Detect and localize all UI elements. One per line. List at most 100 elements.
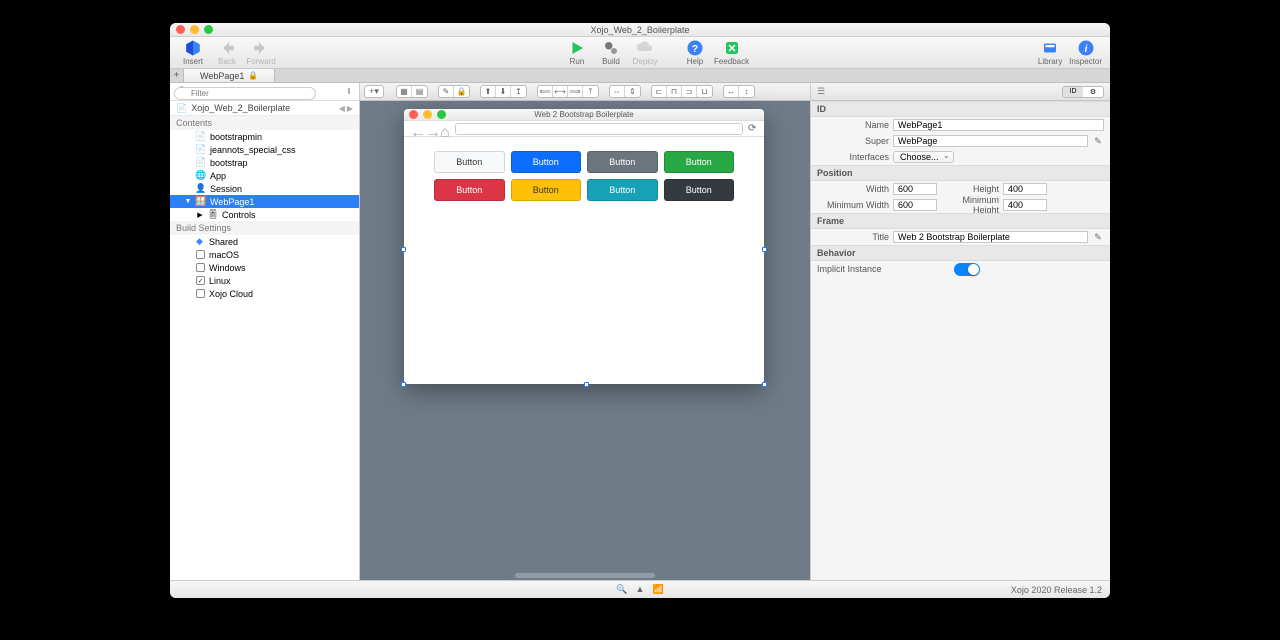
designed-window[interactable]: Web 2 Bootstrap Boilerplate ← → ⌂ ⟳ Butt…	[404, 109, 764, 384]
order-fwd-icon[interactable]: ↥	[511, 86, 526, 97]
edit-title-icon[interactable]: ✎	[1092, 232, 1104, 243]
nav-back-icon[interactable]: ◀	[339, 104, 345, 113]
designed-button[interactable]: Button	[587, 179, 658, 201]
space-h-icon[interactable]: ⇔	[610, 86, 625, 97]
dist-c-icon[interactable]: ⊓	[667, 86, 682, 97]
project-icon: 📄	[176, 103, 187, 114]
tree-item-session[interactable]: 👤Session	[170, 182, 359, 195]
inspector-panel: ☰ ID ⚙ ID Name WebPage1 Super WebPage ✎ …	[810, 83, 1110, 580]
min-height-field[interactable]: 400	[1003, 199, 1047, 211]
dist-right-icon[interactable]: ⊐	[682, 86, 697, 97]
cube-icon	[184, 39, 202, 57]
dist-left-icon[interactable]: ⊏	[652, 86, 667, 97]
id-section-heading: ID	[811, 101, 1110, 117]
order-back-icon[interactable]: ⬇	[496, 86, 511, 97]
selection-handle[interactable]	[584, 382, 589, 387]
deploy-button[interactable]: Deploy	[630, 39, 660, 66]
title-field[interactable]: Web 2 Bootstrap Boilerplate	[893, 231, 1088, 243]
name-field[interactable]: WebPage1	[893, 119, 1104, 131]
space-v-icon[interactable]: ⇕	[625, 86, 640, 97]
back-button[interactable]: Back	[212, 39, 242, 66]
align-center-icon[interactable]: ⟷	[553, 86, 568, 97]
selection-handle[interactable]	[762, 382, 767, 387]
designed-button[interactable]: Button	[511, 151, 582, 173]
close-icon[interactable]	[176, 25, 185, 34]
tree-item-app[interactable]: 🌐App	[170, 169, 359, 182]
inspector-button[interactable]: i Inspector	[1069, 39, 1102, 66]
help-button[interactable]: ? Help	[680, 39, 710, 66]
insert-button[interactable]: Insert	[178, 39, 208, 66]
svg-text:?: ?	[692, 43, 698, 55]
browser-back-icon[interactable]: ←	[410, 124, 420, 134]
tree-item-webpage1[interactable]: ▼🪟WebPage1	[170, 195, 359, 208]
search-status-icon[interactable]: 🔍	[616, 584, 627, 595]
browser-reload-icon[interactable]: ⟳	[748, 123, 758, 134]
gear-mode-icon[interactable]: ⚙	[1083, 87, 1103, 97]
tree-item-bootstrap[interactable]: 📄bootstrap	[170, 156, 359, 169]
id-mode-icon[interactable]: ID	[1063, 87, 1083, 97]
height-field[interactable]: 400	[1003, 183, 1047, 195]
library-button[interactable]: Library	[1035, 39, 1065, 66]
lock-icon[interactable]: ✎	[439, 86, 454, 97]
tree-item-bootstrapmin[interactable]: 📄bootstrapmin	[170, 130, 359, 143]
tree-item-jeannots_special_css[interactable]: 📄jeannots_special_css	[170, 143, 359, 156]
align-top-icon[interactable]: ⤒	[583, 86, 598, 97]
gears-icon	[602, 39, 620, 57]
rss-icon[interactable]: 📶	[652, 584, 663, 595]
align-guides-icon[interactable]: ▤	[412, 86, 427, 97]
project-header[interactable]: 📄 Xojo_Web_2_Boilerplate ◀▶	[170, 101, 359, 116]
feedback-button[interactable]: Feedback	[714, 39, 749, 66]
lock2-icon[interactable]: 🔒	[454, 86, 469, 97]
browser-home-icon[interactable]: ⌂	[440, 124, 450, 134]
implicit-instance-switch[interactable]	[954, 263, 980, 276]
selection-handle[interactable]	[762, 247, 767, 252]
build-target-linux[interactable]: Linux	[170, 274, 359, 287]
forward-button[interactable]: Forward	[246, 39, 276, 66]
warnings-icon[interactable]: ▲	[636, 584, 645, 595]
align-left-icon[interactable]: ⟸	[538, 86, 553, 97]
feedback-icon	[723, 39, 741, 57]
zoom-icon[interactable]	[204, 25, 213, 34]
help-icon: ?	[686, 39, 704, 57]
edit-super-icon[interactable]: ✎	[1092, 136, 1104, 147]
run-button[interactable]: Run	[562, 39, 592, 66]
designed-button[interactable]: Button	[434, 151, 505, 173]
size-h-icon[interactable]: ↕	[739, 86, 754, 97]
designed-button[interactable]: Button	[664, 151, 735, 173]
width-field[interactable]: 600	[893, 183, 937, 195]
build-button[interactable]: Build	[596, 39, 626, 66]
designed-button[interactable]: Button	[511, 179, 582, 201]
designed-button[interactable]: Button	[434, 179, 505, 201]
add-control-button[interactable]: +▾	[364, 85, 384, 98]
build-target-macos[interactable]: macOS	[170, 248, 359, 261]
super-field[interactable]: WebPage	[893, 135, 1088, 147]
build-target-windows[interactable]: Windows	[170, 261, 359, 274]
build-target-xojo-cloud[interactable]: Xojo Cloud	[170, 287, 359, 300]
align-grid-icon[interactable]: ▦	[397, 86, 412, 97]
dist-t-icon[interactable]: ⊔	[697, 86, 712, 97]
size-w-icon[interactable]: ↔	[724, 86, 739, 97]
tree-item-controls[interactable]: ▶🎚Controls	[170, 208, 359, 221]
interfaces-popup[interactable]: Choose...	[893, 151, 954, 163]
inspector-menu-icon[interactable]: ☰	[817, 86, 825, 97]
selection-handle[interactable]	[401, 247, 406, 252]
add-tab-button[interactable]: +	[170, 69, 184, 82]
browser-url-field[interactable]	[455, 123, 743, 135]
inspector-mode-toggle[interactable]: ID ⚙	[1062, 86, 1104, 98]
traffic-lights[interactable]	[176, 25, 213, 34]
pause-filter-icon[interactable]: ‖	[343, 87, 355, 96]
build-target-shared[interactable]: ◆Shared	[170, 235, 359, 248]
min-width-field[interactable]: 600	[893, 199, 937, 211]
minimize-icon[interactable]	[190, 25, 199, 34]
version-label: Xojo 2020 Release 1.2	[1011, 585, 1102, 595]
nav-fwd-icon[interactable]: ▶	[347, 104, 353, 113]
browser-forward-icon[interactable]: →	[425, 124, 435, 134]
filter-input[interactable]	[174, 87, 316, 100]
designed-button[interactable]: Button	[587, 151, 658, 173]
align-right-icon[interactable]: ⟹	[568, 86, 583, 97]
tab-webpage1[interactable]: WebPage1 🔒	[184, 69, 275, 82]
horizontal-scrollbar[interactable]	[515, 573, 655, 578]
order-front-icon[interactable]: ⬆	[481, 86, 496, 97]
designed-button[interactable]: Button	[664, 179, 735, 201]
selection-handle[interactable]	[401, 382, 406, 387]
